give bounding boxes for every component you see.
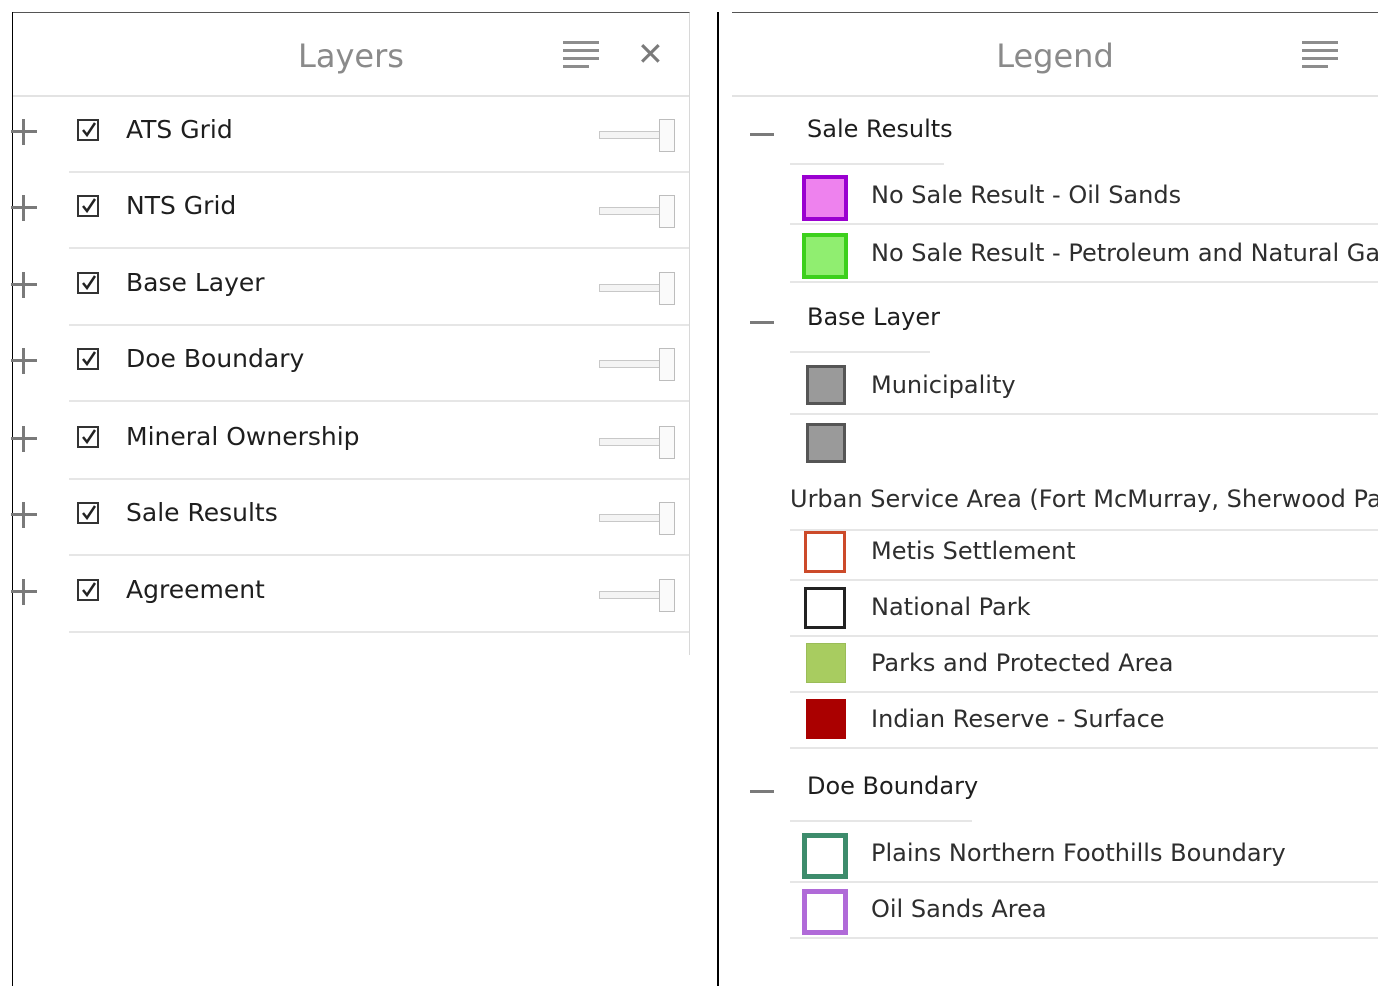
checkmark-icon [82,505,97,521]
legend-item-label: No Sale Result - Petroleum and Natural G… [871,239,1378,267]
layer-visibility-checkbox[interactable] [77,502,99,524]
layer-row-mineral-ownership: Mineral Ownership [11,404,689,480]
layer-visibility-checkbox[interactable] [77,119,99,141]
legend-header: Legend [732,13,1378,97]
legend-swatch [806,423,846,463]
layer-visibility-checkbox[interactable] [77,272,99,294]
panel-divider [717,12,719,986]
legend-item-label: Plains Northern Foothills Boundary [871,839,1286,867]
legend-swatch [802,233,848,279]
legend-swatch [806,365,846,405]
collapse-icon[interactable] [750,321,774,324]
legend-swatch [802,175,848,221]
layer-label: Base Layer [126,268,265,297]
legend-item-label: Parks and Protected Area [871,649,1174,677]
layer-visibility-checkbox[interactable] [77,195,99,217]
layer-visibility-checkbox[interactable] [77,348,99,370]
slider-thumb[interactable] [659,119,675,152]
checkmark-icon [82,351,97,367]
legend-group-title[interactable]: Base Layer [807,303,940,331]
legend-item: Metis Settlement [790,525,1378,581]
legend-item: Municipality [790,359,1378,415]
slider-thumb[interactable] [659,348,675,381]
checkmark-icon [82,429,97,445]
legend-title: Legend [996,37,1114,75]
legend-swatch [806,643,846,683]
legend-item-label: Metis Settlement [871,537,1076,565]
opacity-slider[interactable] [599,195,679,229]
legend-swatch [802,889,848,935]
checkmark-icon [82,198,97,214]
collapse-icon[interactable] [750,133,774,136]
layers-panel-body: Layers ✕ ATS Grid NTS Grid Base Layer Do… [11,12,690,655]
legend-item: Oil Sands Area [790,883,1378,939]
expand-icon[interactable] [11,579,37,605]
legend-item-label: No Sale Result - Oil Sands [871,181,1182,209]
opacity-slider[interactable] [599,272,679,306]
legend-item-label: Urban Service Area (Fort McMurray, Sherw… [790,485,1378,513]
legend-item-label: National Park [871,593,1031,621]
legend-item: Parks and Protected Area [790,637,1378,693]
hamburger-menu-icon[interactable] [1302,41,1338,68]
layer-visibility-checkbox[interactable] [77,579,99,601]
legend-swatch [804,587,846,629]
expand-icon[interactable] [11,426,37,452]
legend-swatch [804,531,846,573]
legend-swatch [806,699,846,739]
checkmark-icon [82,582,97,598]
hamburger-menu-icon[interactable] [563,41,599,68]
slider-thumb[interactable] [659,195,675,228]
collapse-icon[interactable] [750,790,774,793]
legend-item-label: Municipality [871,371,1016,399]
legend-item: National Park [790,581,1378,637]
layer-label: Mineral Ownership [126,422,360,451]
checkmark-icon [82,122,97,138]
opacity-slider[interactable] [599,579,679,613]
layer-row-base-layer: Base Layer [11,250,689,326]
legend-group-title[interactable]: Sale Results [807,115,953,143]
layer-label: NTS Grid [126,191,237,220]
layer-row-nts-grid: NTS Grid [11,173,689,249]
opacity-slider[interactable] [599,426,679,460]
layer-label: ATS Grid [126,115,233,144]
expand-icon[interactable] [11,195,37,221]
legend-item: Indian Reserve - Surface [790,693,1378,749]
layer-row-agreement: Agreement [11,557,689,633]
checkmark-icon [82,275,97,291]
expand-icon[interactable] [11,348,37,374]
legend-item: Plains Northern Foothills Boundary [790,827,1378,883]
slider-thumb[interactable] [659,579,675,612]
legend-swatch [802,833,848,879]
expand-icon[interactable] [11,502,37,528]
layers-panel: Layers ✕ ATS Grid NTS Grid Base Layer Do… [11,12,690,986]
opacity-slider[interactable] [599,348,679,382]
legend-item-label: Oil Sands Area [871,895,1047,923]
layer-label: Sale Results [126,498,278,527]
slider-thumb[interactable] [659,502,675,535]
close-icon[interactable]: ✕ [637,35,664,73]
legend-item: No Sale Result - Oil Sands [790,169,1378,225]
layer-row-doe-boundary: Doe Boundary [11,326,689,402]
legend-group-title[interactable]: Doe Boundary [807,772,978,800]
layer-row-ats-grid: ATS Grid [11,97,689,173]
expand-icon[interactable] [11,272,37,298]
expand-icon[interactable] [11,119,37,145]
layer-label: Doe Boundary [126,344,305,373]
layer-visibility-checkbox[interactable] [77,426,99,448]
slider-thumb[interactable] [659,426,675,459]
slider-thumb[interactable] [659,272,675,305]
legend-item: Urban Service Area (Fort McMurray, Sherw… [790,417,1378,531]
layers-header: Layers ✕ [13,13,689,97]
layer-label: Agreement [126,575,265,604]
opacity-slider[interactable] [599,119,679,153]
opacity-slider[interactable] [599,502,679,536]
layer-row-sale-results: Sale Results [11,480,689,556]
legend-panel: Legend Sale Results No Sale Result - Oil… [732,12,1378,987]
legend-item: No Sale Result - Petroleum and Natural G… [790,227,1378,283]
legend-item-label: Indian Reserve - Surface [871,705,1165,733]
